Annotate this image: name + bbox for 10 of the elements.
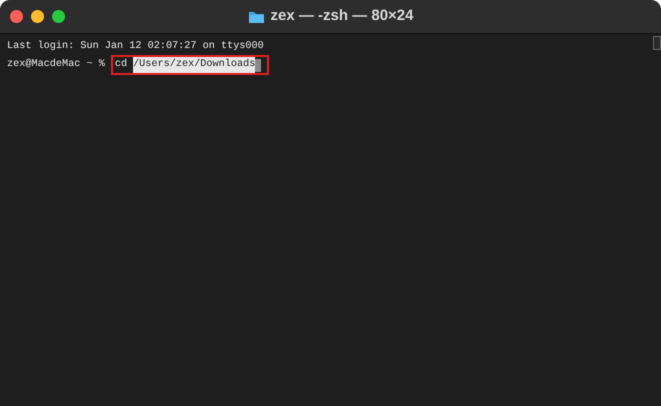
folder-icon (248, 10, 264, 24)
minimize-button[interactable] (31, 10, 44, 23)
zoom-button[interactable] (52, 10, 65, 23)
command-text: cd (114, 58, 128, 72)
window-title: zex — -zsh — 80×24 (270, 6, 414, 26)
prompt: zex@MacdeMac ~ % (7, 58, 105, 72)
cursor-icon (255, 58, 262, 72)
selected-path: /Users/zex/Downloads (133, 57, 256, 73)
output-line: Last login: Sun Jan 12 02:07:27 on ttys000 (7, 40, 264, 54)
close-button[interactable] (10, 10, 23, 23)
